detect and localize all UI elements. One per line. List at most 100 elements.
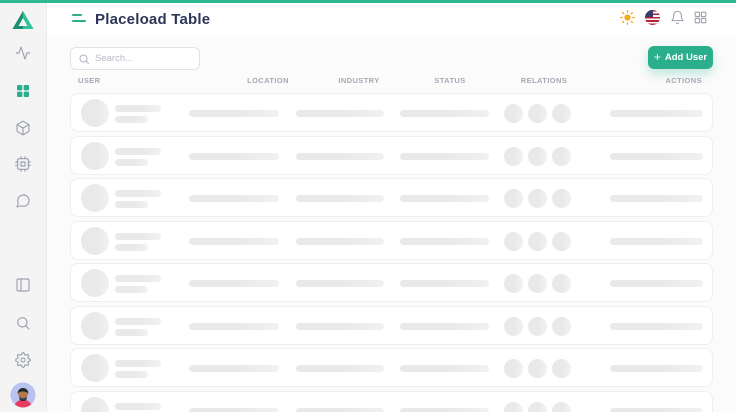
industry-skeleton xyxy=(296,153,384,160)
table-row xyxy=(70,178,713,217)
table-body xyxy=(70,93,713,412)
actions-skeleton xyxy=(610,365,703,372)
relation-skeleton xyxy=(504,402,523,412)
industry-skeleton xyxy=(296,195,384,202)
quick-apps-button[interactable] xyxy=(691,8,709,26)
location-skeleton xyxy=(189,365,279,372)
hamburger-menu-icon[interactable] xyxy=(72,13,87,26)
relation-skeleton xyxy=(552,274,571,293)
status-skeleton xyxy=(400,238,489,245)
name-skeleton xyxy=(115,318,161,325)
search-box xyxy=(70,47,200,70)
status-skeleton xyxy=(400,408,489,412)
sidebar-item-messages[interactable] xyxy=(14,192,32,210)
relation-skeleton xyxy=(552,104,571,123)
chip-icon xyxy=(15,156,31,172)
actions-skeleton xyxy=(610,238,703,245)
add-user-label: Add User xyxy=(665,52,707,63)
table-header-row: USER LOCATION INDUSTRY STATUS RELATIONS … xyxy=(47,76,736,90)
relation-skeleton xyxy=(528,232,547,251)
industry-skeleton xyxy=(296,365,384,372)
relation-skeleton xyxy=(528,147,547,166)
relation-skeleton xyxy=(504,147,523,166)
industry-skeleton xyxy=(296,238,384,245)
plus-icon: + xyxy=(654,51,661,63)
sidebar-item-search[interactable] xyxy=(14,314,32,332)
search-icon xyxy=(15,315,31,331)
us-flag-icon xyxy=(645,10,660,25)
relation-skeleton xyxy=(504,359,523,378)
app-logo[interactable] xyxy=(11,8,35,32)
theme-toggle-button[interactable] xyxy=(618,8,636,26)
avatar-skeleton xyxy=(81,397,109,412)
name-skeleton xyxy=(115,105,161,112)
relation-skeleton xyxy=(552,402,571,412)
name-skeleton xyxy=(115,275,161,282)
sidebar-item-dashboards[interactable] xyxy=(14,82,32,100)
language-selector[interactable] xyxy=(643,8,661,26)
activity-icon xyxy=(15,45,31,61)
actions-skeleton xyxy=(610,195,703,202)
subtitle-skeleton xyxy=(115,116,148,123)
sidebar-item-components[interactable] xyxy=(14,119,32,137)
name-skeleton xyxy=(115,360,161,367)
avatar-skeleton xyxy=(81,142,109,170)
actions-skeleton xyxy=(610,323,703,330)
actions-skeleton xyxy=(610,408,703,412)
notifications-button[interactable] xyxy=(668,8,686,26)
avatar-skeleton xyxy=(81,354,109,382)
column-header-industry: INDUSTRY xyxy=(338,76,379,85)
search-input[interactable] xyxy=(95,48,195,69)
bell-icon xyxy=(670,10,685,25)
sidebar-item-elements[interactable] xyxy=(14,155,32,173)
relation-skeleton xyxy=(552,189,571,208)
status-skeleton xyxy=(400,323,489,330)
table-row xyxy=(70,306,713,345)
table-row xyxy=(70,93,713,132)
column-header-user: USER xyxy=(78,76,100,85)
sidebar-item-activity[interactable] xyxy=(14,44,32,62)
actions-skeleton xyxy=(610,153,703,160)
relation-skeleton xyxy=(552,147,571,166)
location-skeleton xyxy=(189,238,279,245)
relation-skeleton xyxy=(504,274,523,293)
table-row xyxy=(70,348,713,387)
sidebar xyxy=(0,3,47,412)
status-skeleton xyxy=(400,110,489,117)
table-row xyxy=(70,263,713,302)
industry-skeleton xyxy=(296,408,384,412)
column-header-relations: RELATIONS xyxy=(521,76,567,85)
avatar-skeleton xyxy=(81,269,109,297)
subtitle-skeleton xyxy=(115,371,148,378)
status-skeleton xyxy=(400,365,489,372)
avatar-skeleton xyxy=(81,312,109,340)
column-header-actions: ACTIONS xyxy=(665,76,702,85)
main-content: + Add User USER LOCATION INDUSTRY STATUS… xyxy=(47,36,736,412)
add-user-button[interactable]: + Add User xyxy=(648,46,713,69)
location-skeleton xyxy=(189,323,279,330)
triangle-logo-icon xyxy=(11,8,35,32)
subtitle-skeleton xyxy=(115,286,148,293)
actions-skeleton xyxy=(610,280,703,287)
industry-skeleton xyxy=(296,323,384,330)
side-panel-icon xyxy=(15,277,31,293)
chat-bubble-icon xyxy=(15,193,31,209)
relation-skeleton xyxy=(528,274,547,293)
user-avatar[interactable] xyxy=(11,383,36,408)
sidebar-item-panels[interactable] xyxy=(14,276,32,294)
name-skeleton xyxy=(115,233,161,240)
sun-icon xyxy=(620,10,635,25)
industry-skeleton xyxy=(296,110,384,117)
avatar-skeleton xyxy=(81,227,109,255)
apps-grid-icon xyxy=(693,10,708,25)
sidebar-item-settings[interactable] xyxy=(14,351,32,369)
page-title: Placeload Table xyxy=(95,11,210,28)
actions-skeleton xyxy=(610,110,703,117)
user-avatar-image xyxy=(11,383,36,408)
table-row xyxy=(70,391,713,412)
subtitle-skeleton xyxy=(115,244,148,251)
name-skeleton xyxy=(115,148,161,155)
relation-skeleton xyxy=(528,402,547,412)
subtitle-skeleton xyxy=(115,201,148,208)
search-icon xyxy=(78,53,90,65)
